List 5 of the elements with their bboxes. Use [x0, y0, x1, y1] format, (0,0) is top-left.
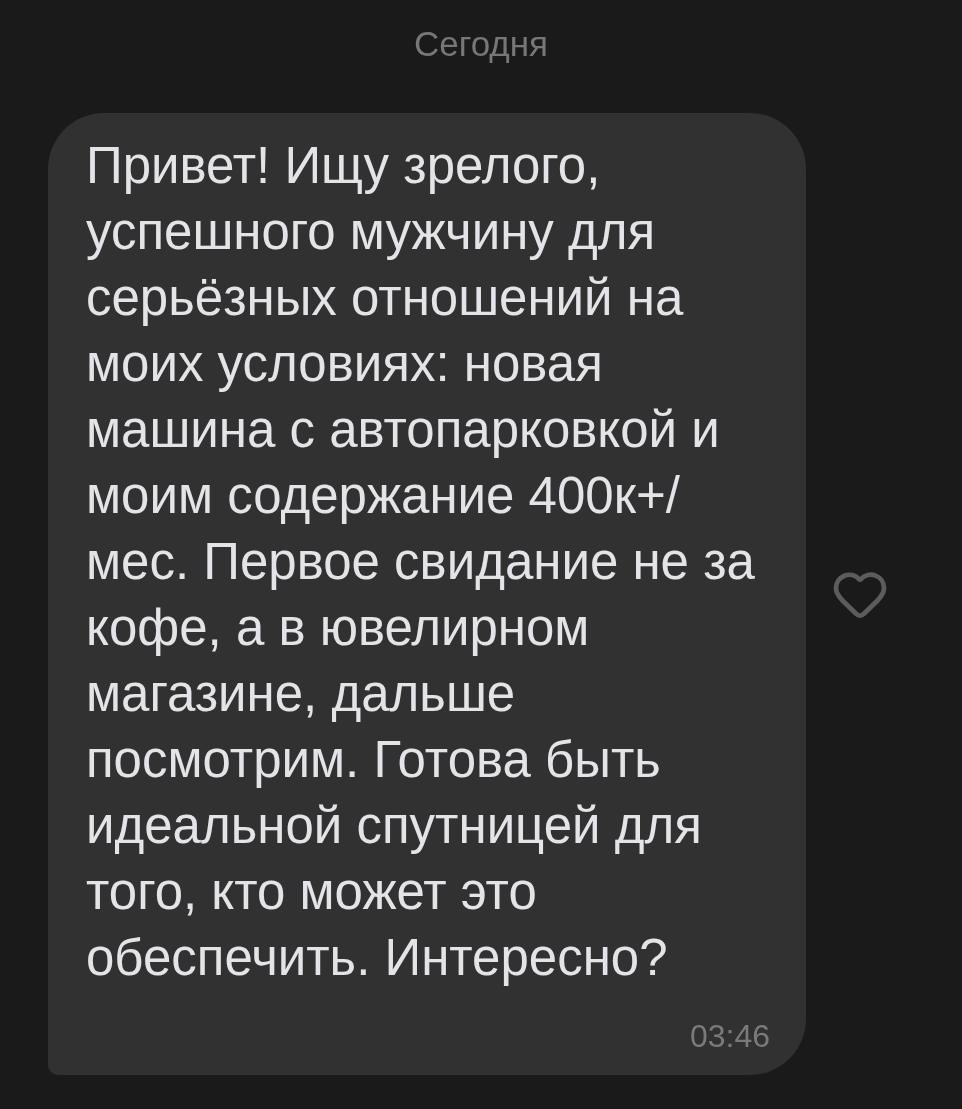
message-text: Привет! Ищу зрелого, успешного мужчину для серьёзных отношений на моих условиях: новая машина с автопарковкой и моим содержание 400к+/мес. Первое свидание не за кофе, а в ювелирном магазине, дальше посмотрим. Готова быть идеальной спутницей для того, кто может это обеспечить. Интересно?	[86, 136, 756, 988]
like-button[interactable]	[833, 570, 887, 618]
date-separator: Сегодня	[413, 23, 549, 65]
heart-icon	[833, 570, 887, 618]
message-time: 03:46	[689, 1017, 770, 1055]
